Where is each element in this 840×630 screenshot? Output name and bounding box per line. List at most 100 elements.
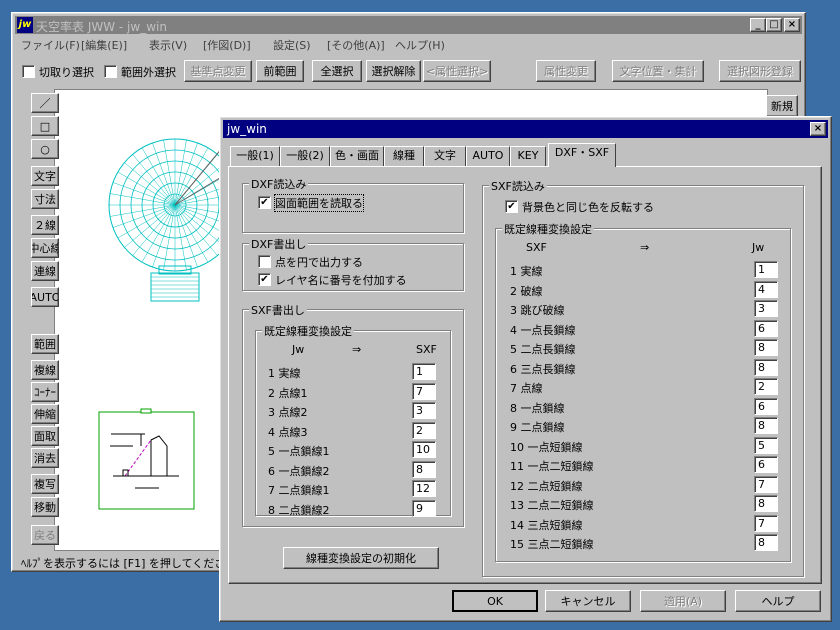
sxf-read-row-input[interactable]: 8 <box>754 495 778 512</box>
sxf-read-row-input[interactable]: 2 <box>754 378 778 395</box>
point-as-circle-label: 点を円で出力する <box>275 256 363 269</box>
register-shape-button[interactable]: 選択図形登録 <box>719 60 801 82</box>
attr-change-button[interactable]: 属性変更 <box>536 60 596 82</box>
sxf-write-row-input[interactable]: 12 <box>412 480 436 497</box>
tool-double-line[interactable]: ２線 <box>31 215 59 235</box>
tool-chamfer[interactable]: 面取 <box>31 426 59 446</box>
sxf-write-row-label: 5 一点鎖線1 <box>268 445 330 458</box>
minimize-button[interactable]: _ <box>750 18 766 32</box>
sxf-read-row-input[interactable]: 6 <box>754 456 778 473</box>
sxf-read-row-input[interactable]: 6 <box>754 319 778 337</box>
sxf-read-row-input[interactable]: 4 <box>754 280 778 298</box>
sxf-write-row-label: 2 点線1 <box>268 386 308 400</box>
main-titlebar[interactable]: jw 天空率表 JWW - jw_win _ □ × <box>15 16 802 34</box>
sxf-write-row-input[interactable]: 8 <box>412 460 436 478</box>
dialog-title: jw_win <box>227 122 267 136</box>
sxf-read-row-input[interactable]: 3 <box>754 300 778 317</box>
tool-erase[interactable]: 消去 <box>31 448 59 468</box>
sxf-write-row-label: 7 二点鎖線1 <box>268 484 330 497</box>
sxf-write-row-input[interactable]: 2 <box>412 421 436 439</box>
sxf-write-row-input[interactable]: 10 <box>412 441 436 458</box>
sxf-read-row-label: 15 三点二短鎖線 <box>510 538 594 551</box>
menu-help[interactable]: ヘルプ(H) <box>395 37 445 53</box>
tool-continuous-line[interactable]: 連線 <box>31 261 59 281</box>
tab-dxf-sxf[interactable]: DXF・SXF <box>548 143 616 167</box>
menu-edit[interactable]: [編集(E)] <box>81 37 127 53</box>
base-point-change-button[interactable]: 基準点変更 <box>184 60 252 82</box>
apply-button[interactable]: 適用(A) <box>640 590 726 612</box>
tool-stretch[interactable]: 伸縮 <box>31 404 59 424</box>
maximize-button[interactable]: □ <box>766 18 782 32</box>
sxf-write-row-label: 6 一点鎖線2 <box>268 464 330 478</box>
sxf-write-row-input[interactable]: 9 <box>412 499 436 517</box>
cancel-button[interactable]: キャンセル <box>545 590 631 612</box>
invert-bg-color-checkbox[interactable]: ✔ <box>505 200 518 213</box>
tool-corner[interactable]: ｺｰﾅｰ <box>31 382 59 402</box>
sxf-write-row-input[interactable]: 7 <box>412 382 436 400</box>
read-drawing-range-checkbox[interactable]: ✔ <box>258 196 271 209</box>
tab-color-screen[interactable]: 色・画面 <box>330 146 384 166</box>
cut-select-checkbox[interactable] <box>22 65 35 78</box>
help-button[interactable]: ヘルプ <box>735 590 821 612</box>
layer-number-checkbox[interactable]: ✔ <box>258 273 271 286</box>
sxf-write-arrow: ⇒ <box>352 343 362 356</box>
menu-view[interactable]: 表示(V) <box>149 37 187 53</box>
dialog-titlebar[interactable]: jw_win × <box>223 120 828 138</box>
tool-undo[interactable]: 戻る <box>31 525 59 545</box>
sxf-read-row-input[interactable]: 8 <box>754 534 778 551</box>
tool-dimension[interactable]: 寸法 <box>31 189 59 209</box>
dxf-write-group: DXF書出し 点を円で出力する ✔ レイヤ名に番号を付加する <box>242 236 464 291</box>
sxf-read-row-label: 13 二点二短鎖線 <box>510 499 594 512</box>
sxf-write-col-jw: Jw <box>292 343 305 356</box>
select-all-button[interactable]: 全選択 <box>312 60 362 82</box>
out-select-checkbox[interactable] <box>104 65 117 78</box>
sxf-read-row-input[interactable]: 8 <box>754 358 778 376</box>
tab-auto[interactable]: AUTO <box>466 146 510 166</box>
sxf-read-row-input[interactable]: 7 <box>754 514 778 532</box>
reset-linetype-button[interactable]: 線種変換設定の初期化 <box>283 547 439 569</box>
sxf-write-row-input[interactable]: 1 <box>412 363 436 380</box>
tool-copy[interactable]: 複写 <box>31 474 59 494</box>
tab-panel: DXF読込み ✔ 図面範囲を読取る DXF書出し 点を円で出力する ✔ レイヤ名… <box>228 166 822 584</box>
tool-auto[interactable]: AUTO <box>31 287 59 307</box>
ok-button[interactable]: OK <box>452 590 538 612</box>
sxf-read-row-input[interactable]: 1 <box>754 261 778 278</box>
tab-general2[interactable]: 一般(2) <box>280 146 330 166</box>
point-as-circle-checkbox[interactable] <box>258 255 271 268</box>
tab-text[interactable]: 文字 <box>424 146 466 166</box>
sxf-read-row-input[interactable]: 8 <box>754 339 778 356</box>
close-button[interactable]: × <box>784 18 800 32</box>
tool-text[interactable]: 文字 <box>31 166 59 186</box>
sxf-read-row-input[interactable]: 8 <box>754 417 778 434</box>
tool-rect[interactable]: □ <box>31 116 59 136</box>
menu-other[interactable]: [その他(A)] <box>327 37 385 53</box>
sxf-read-group: SXF読込み ✔ 背景色と同じ色を反転する 既定線種変換設定 SXF ⇒ Jw … <box>482 178 804 577</box>
sxf-read-row-input[interactable]: 6 <box>754 397 778 415</box>
sxf-read-row-label: 4 一点長鎖線 <box>510 323 576 337</box>
layer-number-label: レイヤ名に番号を付加する <box>275 274 407 287</box>
tab-line-type[interactable]: 線種 <box>384 146 424 166</box>
text-position-button[interactable]: 文字位置・集計 <box>612 60 704 82</box>
tool-move[interactable]: 移動 <box>31 497 59 517</box>
deselect-button[interactable]: 選択解除 <box>366 60 421 82</box>
tab-general1[interactable]: 一般(1) <box>230 146 280 166</box>
tool-line[interactable]: ／ <box>31 93 59 113</box>
new-button[interactable]: 新規 <box>766 95 798 117</box>
tool-center-line[interactable]: 中心線 <box>31 238 59 258</box>
sxf-write-label: SXF書出し <box>249 302 307 318</box>
out-select-label: 範囲外選択 <box>121 66 176 79</box>
tool-range[interactable]: 範囲 <box>31 334 59 354</box>
sxf-write-row-input[interactable]: 3 <box>412 402 436 419</box>
sxf-write-row-label: 1 実線 <box>268 367 301 380</box>
tool-offset[interactable]: 複線 <box>31 360 59 380</box>
sxf-read-row-input[interactable]: 5 <box>754 436 778 454</box>
menu-file[interactable]: ファイル(F) <box>21 37 80 53</box>
tool-circle[interactable]: ○ <box>31 139 59 159</box>
prev-range-button[interactable]: 前範囲 <box>256 60 304 82</box>
menu-settings[interactable]: 設定(S) <box>273 37 311 53</box>
dialog-close-button[interactable]: × <box>810 122 826 136</box>
tab-key[interactable]: KEY <box>510 146 546 166</box>
menu-draw[interactable]: [作図(D)] <box>203 37 251 53</box>
sxf-read-row-input[interactable]: 7 <box>754 475 778 493</box>
attr-select-button[interactable]: <属性選択> <box>423 60 491 82</box>
